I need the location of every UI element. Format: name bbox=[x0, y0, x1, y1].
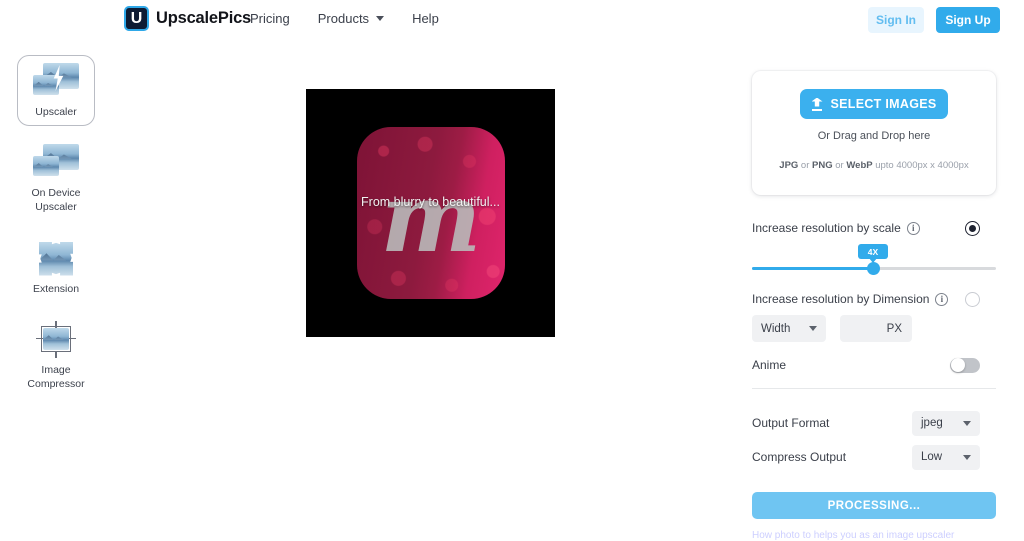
anime-label: Anime bbox=[752, 358, 787, 372]
nav-item-help-label: Help bbox=[412, 11, 439, 26]
chevron-down-icon bbox=[963, 420, 971, 426]
format-sep-2: or bbox=[832, 160, 847, 171]
dimension-px-input[interactable]: PX bbox=[840, 315, 912, 342]
dimension-axis-select[interactable]: Width bbox=[752, 315, 826, 342]
sidebar-item-upscaler-label: Upscaler bbox=[35, 106, 77, 118]
info-icon-dimension[interactable]: i bbox=[935, 292, 949, 306]
scale-option-label: Increase resolution by scale bbox=[752, 221, 901, 235]
dimension-fields: Width PX bbox=[752, 315, 996, 342]
on-device-upscaler-icon bbox=[33, 144, 79, 182]
output-format-select[interactable]: jpeg bbox=[912, 410, 980, 436]
option-row-output-format: Output Format jpeg bbox=[752, 410, 996, 436]
radio-increase-by-dimension[interactable] bbox=[965, 291, 980, 307]
sidebar-item-on-device-upscaler[interactable]: On Device Upscaler bbox=[17, 136, 95, 221]
compress-output-label: Compress Output bbox=[752, 450, 847, 464]
scale-slider-fill bbox=[752, 267, 874, 270]
nav-item-products-label: Products bbox=[317, 11, 370, 26]
nav-item-pricing-label: Pricing bbox=[250, 11, 290, 26]
option-row-scale: Increase resolution by scale i bbox=[752, 220, 996, 236]
brand-logo[interactable]: U UpscalePics bbox=[124, 6, 251, 31]
chevron-down-icon bbox=[376, 16, 385, 21]
upload-icon bbox=[812, 98, 823, 111]
option-row-dimension: Increase resolution by Dimension i bbox=[752, 291, 996, 307]
anime-toggle[interactable] bbox=[950, 357, 980, 373]
sidebar-item-extension[interactable]: Extension bbox=[17, 232, 95, 303]
preview-app-icon: m bbox=[357, 127, 505, 299]
brand-name: UpscalePics bbox=[156, 9, 252, 27]
format-jpg: JPG bbox=[779, 160, 799, 171]
select-images-label: SELECT IMAGES bbox=[830, 97, 937, 111]
output-format-label: Output Format bbox=[752, 416, 830, 430]
format-sep-1: or bbox=[798, 160, 813, 171]
nav-item-help[interactable]: Help bbox=[412, 11, 439, 26]
main-navigation: Pricing Products Help bbox=[250, 11, 439, 26]
sidebar-item-image-compressor[interactable]: Image Compressor bbox=[17, 313, 95, 398]
upload-dropzone[interactable]: SELECT IMAGES Or Drag and Drop here JPG … bbox=[752, 71, 996, 195]
format-webp: WebP bbox=[846, 160, 873, 171]
supported-formats-hint: JPG or PNG or WebP upto 4000px x 4000px bbox=[779, 160, 968, 171]
dimension-option-label-group: Increase resolution by Dimension i bbox=[752, 292, 949, 306]
select-images-button[interactable]: SELECT IMAGES bbox=[800, 89, 948, 119]
scale-value-tooltip: 4X bbox=[858, 244, 888, 263]
chevron-down-icon bbox=[809, 326, 817, 331]
drag-drop-hint: Or Drag and Drop here bbox=[817, 130, 931, 142]
sidebar-item-on-device-upscaler-label: On Device Upscaler bbox=[31, 187, 81, 214]
auth-buttons: Sign In Sign Up bbox=[868, 7, 1000, 33]
sign-in-button[interactable]: Sign In bbox=[868, 7, 924, 33]
format-limit: upto 4000px x 4000px bbox=[872, 160, 969, 171]
sign-up-button[interactable]: Sign Up bbox=[936, 7, 1000, 33]
upscalepics-logo-icon: U bbox=[124, 6, 149, 31]
extension-puzzle-icon bbox=[33, 240, 79, 278]
sidebar-item-image-compressor-label: Image Compressor bbox=[27, 363, 85, 390]
nav-item-pricing[interactable]: Pricing bbox=[250, 11, 290, 26]
processing-button[interactable]: PROCESSING... bbox=[752, 492, 996, 519]
tool-sidebar: Upscaler On Device Upscaler Extension Im… bbox=[0, 55, 112, 408]
format-png: PNG bbox=[812, 160, 833, 171]
radio-increase-by-scale[interactable] bbox=[965, 220, 980, 236]
top-header: U UpscalePics Pricing Products Help Sign… bbox=[0, 0, 1024, 40]
info-icon-scale[interactable]: i bbox=[906, 221, 920, 235]
image-preview[interactable]: m From blurry to beautiful... bbox=[306, 89, 555, 337]
panel-divider bbox=[752, 388, 996, 389]
option-row-anime: Anime bbox=[752, 357, 996, 373]
anime-label-group: Anime bbox=[752, 358, 786, 372]
chevron-down-icon bbox=[963, 454, 971, 460]
sidebar-item-extension-label: Extension bbox=[32, 282, 80, 295]
scale-slider-thumb[interactable] bbox=[867, 262, 880, 275]
scale-option-label-group: Increase resolution by scale i bbox=[752, 221, 920, 235]
output-format-value: jpeg bbox=[921, 417, 943, 429]
footer-note[interactable]: How photo to helps you as an image upsca… bbox=[752, 530, 996, 541]
preview-glyph: m bbox=[380, 163, 482, 274]
nav-item-products[interactable]: Products bbox=[317, 11, 385, 26]
option-row-compress-output: Compress Output Low bbox=[752, 444, 996, 470]
compress-output-value: Low bbox=[921, 451, 943, 463]
scale-slider[interactable]: 4X bbox=[752, 244, 996, 275]
sidebar-item-upscaler[interactable]: Upscaler bbox=[17, 55, 95, 127]
image-compressor-icon bbox=[33, 320, 79, 359]
dimension-option-label: Increase resolution by Dimension bbox=[752, 292, 930, 306]
dimension-px-value: PX bbox=[886, 322, 902, 335]
compress-output-select[interactable]: Low bbox=[912, 444, 980, 470]
upscaler-icon bbox=[33, 63, 79, 101]
anime-toggle-knob bbox=[950, 358, 965, 372]
preview-overlay-text: From blurry to beautiful... bbox=[361, 195, 500, 209]
dimension-axis-value: Width bbox=[761, 322, 791, 335]
